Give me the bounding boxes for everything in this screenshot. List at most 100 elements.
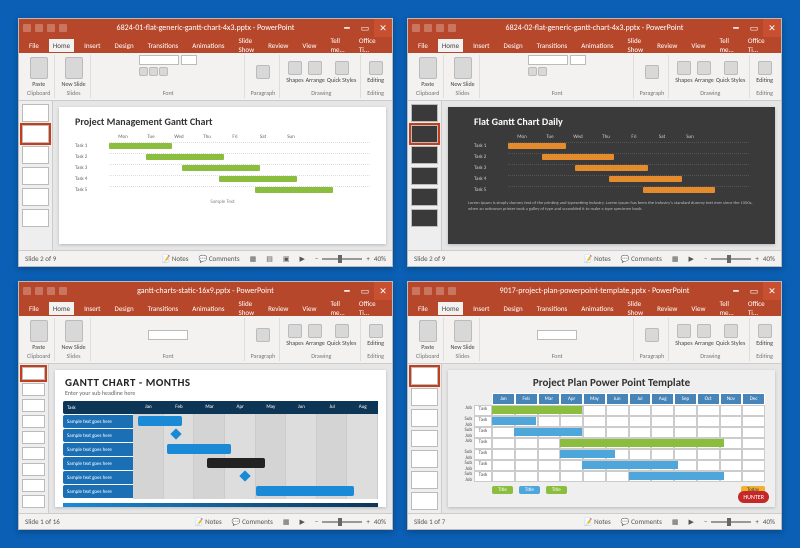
close-button[interactable]: ✕ (374, 282, 392, 300)
arrange-button[interactable]: Arrange (695, 61, 714, 84)
editing-button[interactable]: Editing (756, 324, 773, 347)
zoom-level[interactable]: 40% (763, 254, 775, 263)
quick-access-toolbar[interactable] (19, 287, 67, 295)
quick-styles-button[interactable]: Quick Styles (716, 61, 745, 84)
zoom-slider[interactable] (322, 258, 362, 260)
thumb-4[interactable] (22, 167, 49, 185)
tab-review[interactable]: Review (653, 39, 681, 52)
tab-home[interactable]: Home (49, 39, 74, 52)
thumb-4[interactable] (22, 415, 45, 428)
thumb-3[interactable] (411, 409, 438, 427)
thumb-2[interactable] (22, 125, 49, 143)
maximize-button[interactable]: ▭ (745, 282, 763, 300)
thumb-2[interactable] (411, 388, 438, 406)
thumb-8[interactable] (22, 479, 45, 492)
thumb-9[interactable] (22, 495, 45, 508)
zoom-slider[interactable] (711, 258, 751, 260)
shapes-button[interactable]: Shapes (286, 324, 303, 347)
thumb-2[interactable] (411, 125, 438, 143)
maximize-button[interactable]: ▭ (356, 282, 374, 300)
notes-button[interactable]: 📝 Notes (584, 517, 611, 526)
slide-canvas[interactable]: Project Plan Power Point Template JanFeb… (442, 364, 781, 513)
editing-button[interactable]: Editing (367, 61, 384, 84)
thumb-5[interactable] (22, 431, 45, 444)
zoom-level[interactable]: 40% (374, 254, 386, 263)
tab-home[interactable]: Home (438, 39, 463, 52)
minimize-button[interactable]: ━ (338, 19, 356, 37)
comments-button[interactable]: 💬 Comments (232, 517, 273, 526)
thumb-6[interactable] (22, 209, 49, 227)
view-slideshow-icon[interactable]: ▶ (300, 254, 305, 263)
paste-button[interactable]: Paste (30, 320, 48, 351)
new-slide-button[interactable]: New Slide (450, 57, 474, 88)
arrange-button[interactable]: Arrange (306, 324, 325, 347)
paste-button[interactable]: Paste (419, 320, 437, 351)
shapes-button[interactable]: Shapes (675, 61, 692, 84)
editing-button[interactable]: Editing (756, 61, 773, 84)
tab-view[interactable]: View (298, 39, 320, 52)
new-slide-button[interactable]: New Slide (61, 57, 85, 88)
maximize-button[interactable]: ▭ (745, 19, 763, 37)
maximize-button[interactable]: ▭ (356, 19, 374, 37)
tab-transitions[interactable]: Transitions (533, 39, 572, 52)
notes-button[interactable]: 📝 Notes (195, 517, 222, 526)
align-button[interactable] (256, 65, 270, 79)
tab-insert[interactable]: Insert (469, 39, 493, 52)
thumb-5[interactable] (22, 188, 49, 206)
tab-insert[interactable]: Insert (80, 39, 104, 52)
thumb-6[interactable] (411, 471, 438, 489)
thumb-7[interactable] (22, 463, 45, 476)
thumb-1[interactable] (411, 104, 438, 122)
share-button[interactable]: 👤 Share (392, 39, 393, 52)
editing-button[interactable]: Editing (367, 324, 384, 347)
bold-button[interactable] (139, 67, 148, 76)
thumb-1[interactable] (411, 367, 438, 385)
view-normal-icon[interactable]: ▦ (250, 254, 257, 263)
slide-thumbnails[interactable] (19, 364, 49, 513)
zoom-level[interactable]: 40% (763, 517, 775, 526)
view-sorter-icon[interactable]: ▤ (266, 254, 273, 263)
zoom-level[interactable]: 40% (374, 517, 386, 526)
thumb-3[interactable] (22, 146, 49, 164)
minimize-button[interactable]: ━ (727, 19, 745, 37)
tab-view[interactable]: View (687, 39, 709, 52)
quick-access-toolbar[interactable] (408, 24, 456, 32)
thumb-5[interactable] (411, 188, 438, 206)
shapes-button[interactable]: Shapes (675, 324, 692, 347)
close-button[interactable]: ✕ (763, 19, 781, 37)
thumb-7[interactable] (411, 492, 438, 510)
comments-button[interactable]: 💬 Comments (199, 254, 240, 263)
zoom-out-icon[interactable]: − (315, 254, 319, 263)
font-size-field[interactable] (570, 55, 586, 65)
quick-access-toolbar[interactable] (19, 24, 67, 32)
underline-button[interactable] (159, 67, 168, 76)
tab-review[interactable]: Review (264, 39, 292, 52)
view-reading-icon[interactable]: ▣ (283, 254, 290, 263)
font-family-field[interactable] (528, 55, 568, 65)
thumb-4[interactable] (411, 167, 438, 185)
thumb-5[interactable] (411, 450, 438, 468)
slide-canvas[interactable]: GANTT CHART - MONTHS Enter your sub head… (49, 364, 392, 513)
font-family-field[interactable] (139, 55, 179, 65)
slide-canvas[interactable]: Project Management Gantt Chart MonTueWed… (53, 101, 392, 250)
paste-button[interactable]: Paste (30, 57, 48, 88)
minimize-button[interactable]: ━ (338, 282, 356, 300)
tab-file[interactable]: File (25, 39, 43, 52)
thumb-2[interactable] (22, 383, 45, 396)
shapes-button[interactable]: Shapes (286, 61, 303, 84)
close-button[interactable]: ✕ (763, 282, 781, 300)
new-slide-button[interactable]: New Slide (61, 320, 85, 351)
slide-thumbnails[interactable] (408, 101, 442, 250)
quick-styles-button[interactable]: Quick Styles (716, 324, 745, 347)
arrange-button[interactable]: Arrange (695, 324, 714, 347)
minimize-button[interactable]: ━ (727, 282, 745, 300)
share-button[interactable]: 👤 Share (781, 39, 782, 52)
tab-design[interactable]: Design (111, 39, 138, 52)
slide-canvas[interactable]: Flat Gantt Chart Daily MonTueWedThuFriSa… (442, 101, 781, 250)
tab-animations[interactable]: Animations (188, 39, 228, 52)
tab-file[interactable]: File (414, 39, 432, 52)
thumb-1[interactable] (22, 104, 49, 122)
slide-thumbnails[interactable] (19, 101, 53, 250)
thumb-4[interactable] (411, 430, 438, 448)
quick-access-toolbar[interactable] (408, 287, 456, 295)
